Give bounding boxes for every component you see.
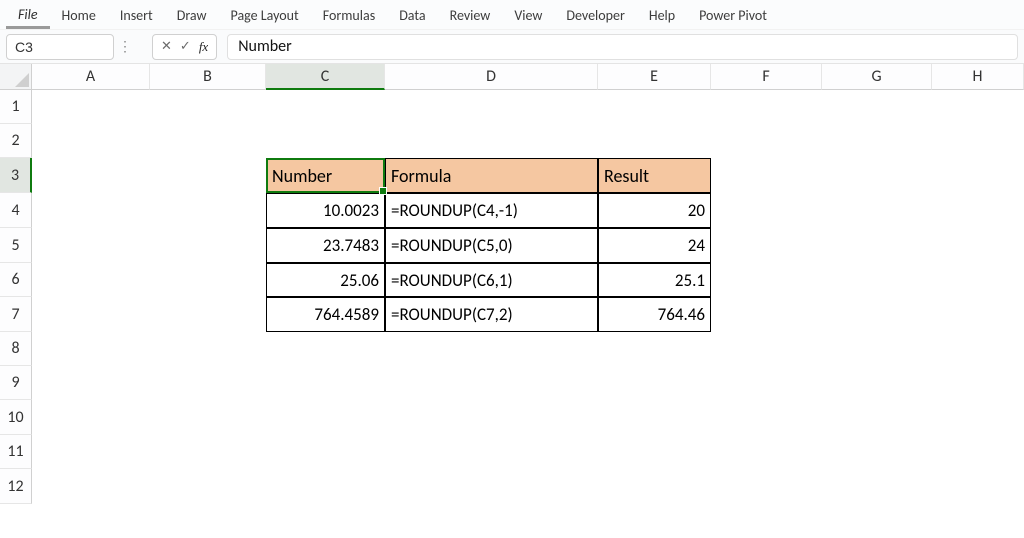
fx-icon[interactable]: fx — [199, 39, 208, 55]
ribbon-tab-formulas[interactable]: Formulas — [311, 1, 387, 28]
formula-bar-row: ▾ ⋮ ✕ ✓ fx Number — [0, 30, 1024, 64]
cell-E5[interactable]: 24 — [598, 228, 711, 263]
row-header-4[interactable]: 4 — [0, 193, 32, 228]
cancel-icon[interactable]: ✕ — [161, 39, 172, 54]
ribbon-tab-file[interactable]: File — [6, 0, 50, 29]
row-headers: 123456789101112 — [0, 90, 32, 504]
divider-dots: ⋮ — [118, 38, 132, 55]
formula-bar-text: Number — [238, 37, 291, 56]
column-header-C[interactable]: C — [266, 64, 385, 90]
row-header-10[interactable]: 10 — [0, 400, 32, 435]
formula-bar[interactable]: Number — [227, 34, 1018, 60]
column-header-G[interactable]: G — [822, 64, 932, 90]
ribbon-tab-developer[interactable]: Developer — [554, 1, 636, 28]
row-header-2[interactable]: 2 — [0, 124, 32, 158]
ribbon-tab-power-pivot[interactable]: Power Pivot — [687, 1, 779, 28]
ribbon-tab-draw[interactable]: Draw — [165, 1, 219, 28]
select-all-corner[interactable] — [0, 64, 32, 90]
row-header-8[interactable]: 8 — [0, 332, 32, 366]
column-header-H[interactable]: H — [932, 64, 1024, 90]
cell-E4[interactable]: 20 — [598, 193, 711, 228]
cell-D4[interactable]: =ROUNDUP(C4,-1) — [385, 193, 598, 228]
cell-C5[interactable]: 23.7483 — [266, 228, 385, 263]
ribbon-tab-data[interactable]: Data — [387, 1, 437, 28]
cell-D3[interactable]: Formula — [385, 158, 598, 193]
confirm-icon[interactable]: ✓ — [180, 39, 191, 54]
row-header-12[interactable]: 12 — [0, 469, 32, 504]
cell-C3[interactable]: Number — [266, 158, 385, 193]
select-all-triangle-icon — [15, 73, 29, 87]
ribbon-tab-help[interactable]: Help — [637, 1, 687, 28]
name-box[interactable]: ▾ — [6, 34, 114, 60]
cell-D5[interactable]: =ROUNDUP(C5,0) — [385, 228, 598, 263]
row-header-1[interactable]: 1 — [0, 90, 32, 124]
row-header-5[interactable]: 5 — [0, 228, 32, 263]
cell-D6[interactable]: =ROUNDUP(C6,1) — [385, 263, 598, 297]
cell-D7[interactable]: =ROUNDUP(C7,2) — [385, 297, 598, 332]
column-header-D[interactable]: D — [385, 64, 598, 90]
column-header-A[interactable]: A — [32, 64, 150, 90]
column-header-B[interactable]: B — [150, 64, 266, 90]
cell-C6[interactable]: 25.06 — [266, 263, 385, 297]
ribbon-tab-insert[interactable]: Insert — [108, 1, 165, 28]
row-header-9[interactable]: 9 — [0, 366, 32, 400]
fx-button-group: ✕ ✓ fx — [152, 34, 217, 60]
ribbon-tab-home[interactable]: Home — [50, 1, 108, 28]
row-header-7[interactable]: 7 — [0, 297, 32, 332]
row-header-3[interactable]: 3 — [0, 158, 32, 193]
cell-E6[interactable]: 25.1 — [598, 263, 711, 297]
column-headers: ABCDEFGH — [32, 64, 1024, 90]
cell-C4[interactable]: 10.0023 — [266, 193, 385, 228]
cell-E3[interactable]: Result — [598, 158, 711, 193]
ribbon-tabs: FileHomeInsertDrawPage LayoutFormulasDat… — [0, 0, 1024, 30]
cell-E7[interactable]: 764.46 — [598, 297, 711, 332]
column-header-E[interactable]: E — [598, 64, 711, 90]
row-header-11[interactable]: 11 — [0, 435, 32, 469]
cell-C7[interactable]: 764.4589 — [266, 297, 385, 332]
column-header-F[interactable]: F — [711, 64, 822, 90]
ribbon-tab-page-layout[interactable]: Page Layout — [219, 1, 311, 28]
row-header-6[interactable]: 6 — [0, 263, 32, 297]
ribbon-tab-view[interactable]: View — [502, 1, 554, 28]
ribbon-tab-review[interactable]: Review — [438, 1, 503, 28]
